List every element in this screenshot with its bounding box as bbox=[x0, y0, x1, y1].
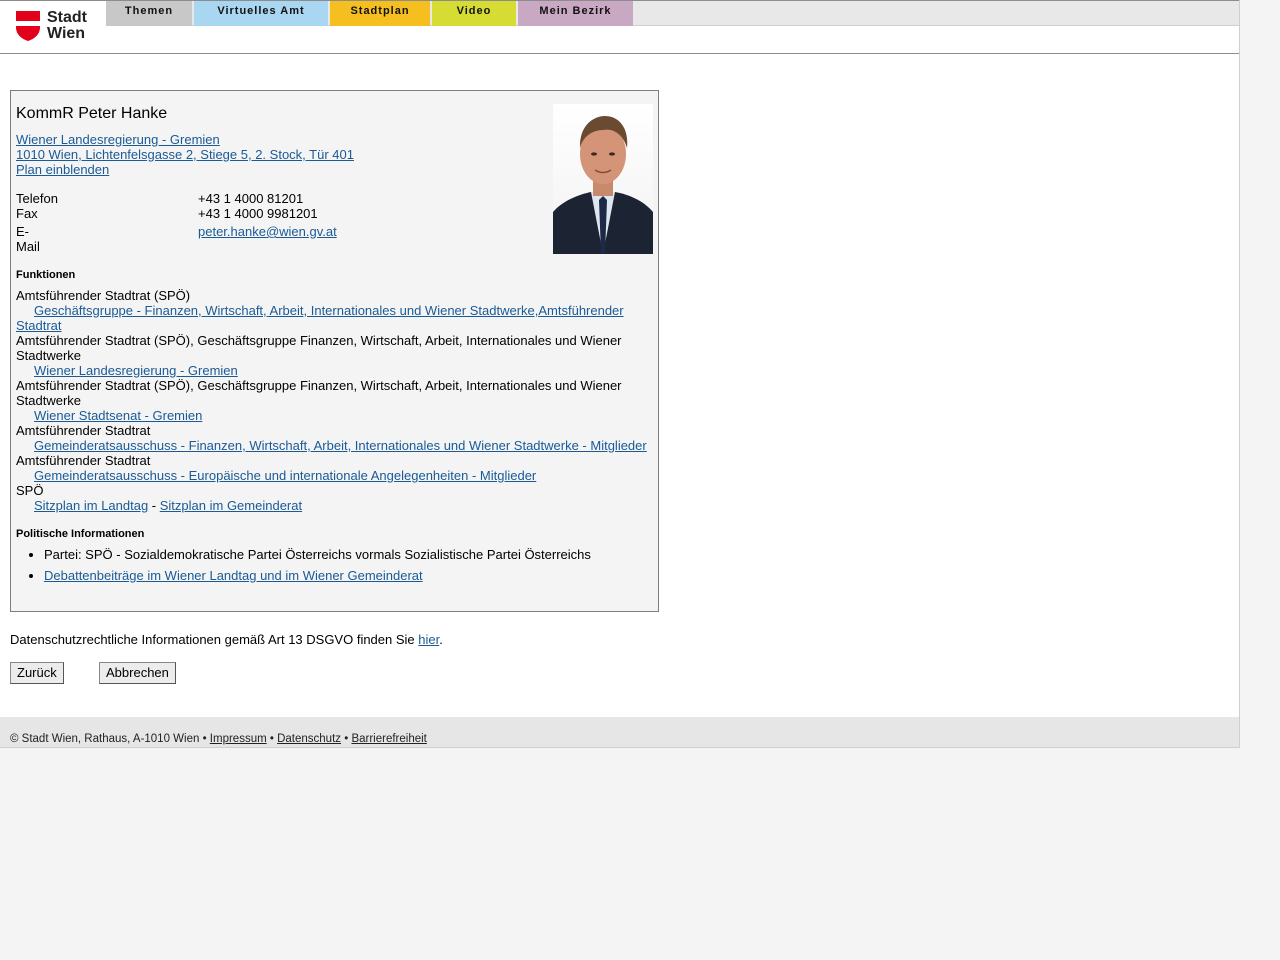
dsgvo-suffix: . bbox=[439, 632, 443, 647]
footer: © Stadt Wien, Rathaus, A-1010 Wien • Imp… bbox=[0, 717, 1239, 748]
header: Stadt Wien Themen Virtuelles Amt Stadtpla… bbox=[0, 0, 1239, 54]
function-item: Geschäftsgruppe - Finanzen, Wirtschaft, … bbox=[16, 303, 651, 333]
function-title: Amtsführender Stadtrat bbox=[16, 453, 151, 468]
nav-tab-stadtplan[interactable]: Stadtplan bbox=[330, 1, 430, 26]
function-link[interactable]: Wiener Stadtsenat - Gremien bbox=[34, 408, 202, 423]
seat-plan-gemeinderat-link[interactable]: Sitzplan im Gemeinderat bbox=[160, 498, 302, 513]
phone-label: Telefon bbox=[16, 191, 58, 206]
person-name: KommR Peter Hanke bbox=[16, 105, 168, 122]
dsgvo-link[interactable]: hier bbox=[418, 632, 439, 647]
footer-copyright: © Stadt Wien, Rathaus, A-1010 Wien • bbox=[10, 733, 210, 745]
political-list: Partei: SPÖ - Sozialdemokratische Partei… bbox=[26, 547, 591, 589]
cancel-button[interactable]: Abbrechen bbox=[99, 662, 176, 684]
function-title: SPÖ bbox=[16, 483, 44, 498]
person-card: KommR Peter Hanke Wiener Landesregierung… bbox=[10, 90, 659, 612]
wien-shield-icon bbox=[16, 11, 40, 41]
nav-tab-virtuelles-amt[interactable]: Virtuelles Amt bbox=[194, 1, 328, 26]
address-link[interactable]: 1010 Wien, Lichtenfelsgasse 2, Stiege 5,… bbox=[16, 147, 354, 162]
address-block: Wiener Landesregierung - Gremien 1010 Wi… bbox=[16, 132, 354, 177]
email-link[interactable]: peter.hanke@wien.gv.at bbox=[198, 224, 337, 239]
fax-label: Fax bbox=[16, 206, 38, 221]
functions-heading: Funktionen bbox=[16, 269, 76, 281]
function-item: Wiener Stadtsenat - Gremien bbox=[16, 408, 651, 423]
footer-sep: • bbox=[341, 733, 352, 745]
function-title: Amtsführender Stadtrat (SPÖ), Geschäftsg… bbox=[16, 333, 622, 363]
function-title: Amtsführender Stadtrat (SPÖ) bbox=[16, 288, 191, 303]
main-nav: Themen Virtuelles Amt Stadtplan Video Me… bbox=[106, 1, 1239, 26]
fax-value: +43 1 4000 9981201 bbox=[198, 206, 318, 221]
nav-tab-video[interactable]: Video bbox=[432, 1, 516, 26]
function-link[interactable]: Wiener Landesregierung - Gremien bbox=[34, 363, 238, 378]
function-link[interactable]: Gemeinderatsausschuss - Europäische und … bbox=[34, 468, 536, 483]
person-photo bbox=[553, 104, 653, 254]
datenschutz-link[interactable]: Datenschutz bbox=[277, 733, 341, 745]
function-title: Amtsführender Stadtrat bbox=[16, 423, 151, 438]
page: Stadt Wien Themen Virtuelles Amt Stadtpla… bbox=[0, 0, 1240, 748]
seat-plan-separator: - bbox=[148, 498, 160, 513]
function-item: Wiener Landesregierung - Gremien bbox=[16, 363, 651, 378]
phone-value: +43 1 4000 81201 bbox=[198, 191, 304, 206]
portrait-image bbox=[553, 104, 653, 254]
nav-tab-themen[interactable]: Themen bbox=[106, 1, 192, 26]
dsgvo-text: Datenschutzrechtliche Informationen gemä… bbox=[10, 632, 419, 647]
barrierefreiheit-link[interactable]: Barrierefreiheit bbox=[351, 733, 426, 745]
party-item: Partei: SPÖ - Sozialdemokratische Partei… bbox=[44, 547, 591, 562]
back-button[interactable]: Zurück bbox=[10, 662, 64, 684]
footer-text: © Stadt Wien, Rathaus, A-1010 Wien • Imp… bbox=[10, 733, 427, 745]
stadt-wien-logo[interactable]: Stadt Wien bbox=[16, 10, 96, 42]
org-link[interactable]: Wiener Landesregierung - Gremien bbox=[16, 132, 220, 147]
seat-plan-landtag-link[interactable]: Sitzplan im Landtag bbox=[34, 498, 148, 513]
logo-line1: Stadt bbox=[47, 9, 87, 26]
impressum-link[interactable]: Impressum bbox=[210, 733, 267, 745]
footer-sep: • bbox=[266, 733, 278, 745]
seat-plan-links: Sitzplan im Landtag - Sitzplan im Gemein… bbox=[16, 498, 651, 513]
debates-link[interactable]: Debattenbeiträge im Wiener Landtag und i… bbox=[44, 568, 423, 583]
function-item: Gemeinderatsausschuss - Finanzen, Wirtsc… bbox=[16, 438, 651, 453]
political-heading: Politische Informationen bbox=[16, 528, 145, 540]
logo-line2: Wien bbox=[47, 25, 86, 42]
nav-tab-mein-bezirk[interactable]: Mein Bezirk bbox=[518, 1, 633, 26]
logo-text: Stadt Wien bbox=[47, 10, 87, 42]
functions-list: Amtsführender Stadtrat (SPÖ) Geschäftsgr… bbox=[16, 288, 651, 513]
function-link[interactable]: Geschäftsgruppe - Finanzen, Wirtschaft, … bbox=[16, 303, 624, 333]
function-title: Amtsführender Stadtrat (SPÖ), Geschäftsg… bbox=[16, 378, 622, 408]
debates-item: Debattenbeiträge im Wiener Landtag und i… bbox=[44, 568, 591, 583]
function-link[interactable]: Gemeinderatsausschuss - Finanzen, Wirtsc… bbox=[34, 438, 647, 453]
function-item: Gemeinderatsausschuss - Europäische und … bbox=[16, 468, 651, 483]
email-label: E-Mail bbox=[16, 224, 40, 254]
dsgvo-notice: Datenschutzrechtliche Informationen gemä… bbox=[10, 632, 443, 647]
show-plan-link[interactable]: Plan einblenden bbox=[16, 162, 109, 177]
